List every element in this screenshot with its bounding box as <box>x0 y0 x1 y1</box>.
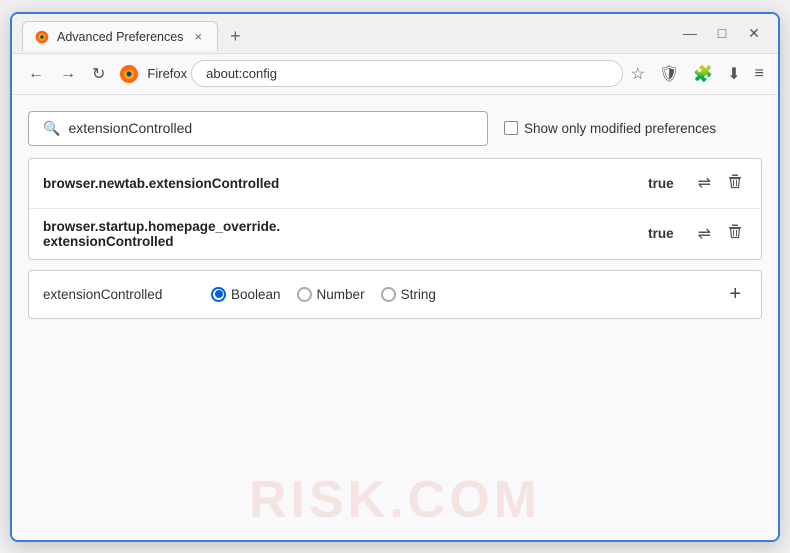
radio-boolean[interactable]: Boolean <box>211 287 281 302</box>
active-tab[interactable]: Advanced Preferences × <box>22 21 218 51</box>
add-preference-row: extensionControlled Boolean Number Strin… <box>28 270 762 319</box>
pref-actions-1: ⇌ <box>694 169 747 198</box>
pref-name-2: browser.startup.homepage_override. exten… <box>43 219 640 249</box>
tab-favicon <box>35 30 49 44</box>
add-preference-button[interactable]: + <box>723 281 747 308</box>
address-text: about:config <box>206 66 277 81</box>
new-pref-name: extensionControlled <box>43 287 203 302</box>
menu-icon[interactable]: ≡ <box>751 61 768 87</box>
search-icon: 🔍 <box>43 120 60 137</box>
title-bar: Advanced Preferences × + — □ ✕ <box>12 14 778 54</box>
window-controls: — □ ✕ <box>676 22 768 50</box>
new-tab-button[interactable]: + <box>222 24 249 49</box>
watermark: RISK.COM <box>249 470 541 530</box>
browser-window: Advanced Preferences × + — □ ✕ ← → ↻ Fir… <box>10 12 780 542</box>
type-radio-group: Boolean Number String <box>211 287 715 302</box>
radio-number[interactable]: Number <box>297 287 365 302</box>
nav-icons: ☆ 🛡 🧩 ⬇ ≡ <box>627 60 768 88</box>
show-modified-checkbox[interactable] <box>504 121 518 135</box>
preferences-table: browser.newtab.extensionControlled true … <box>28 158 762 260</box>
close-button[interactable]: ✕ <box>740 22 768 44</box>
pref-actions-2: ⇌ <box>694 219 747 248</box>
show-modified-area: Show only modified preferences <box>504 121 716 136</box>
back-button[interactable]: ← <box>22 61 50 87</box>
extension-icon[interactable]: 🧩 <box>689 60 717 88</box>
table-row: browser.newtab.extensionControlled true … <box>29 159 761 209</box>
delete-icon-1 <box>727 173 743 189</box>
delete-button-2[interactable] <box>723 219 747 248</box>
forward-button[interactable]: → <box>54 61 82 87</box>
pref-value-1: true <box>648 176 686 191</box>
refresh-button[interactable]: ↻ <box>86 60 111 88</box>
radio-number-circle <box>297 287 312 302</box>
tab-title: Advanced Preferences <box>57 30 183 44</box>
tab-close-button[interactable]: × <box>191 28 205 45</box>
address-bar[interactable]: about:config <box>191 60 623 87</box>
show-modified-label: Show only modified preferences <box>524 121 716 136</box>
table-row: browser.startup.homepage_override. exten… <box>29 209 761 259</box>
bookmark-icon[interactable]: ☆ <box>627 60 649 88</box>
maximize-button[interactable]: □ <box>708 22 736 44</box>
toggle-button-2[interactable]: ⇌ <box>694 220 715 248</box>
browser-name-label: Firefox <box>147 66 187 81</box>
firefox-icon <box>119 64 139 84</box>
shield-icon[interactable]: 🛡 <box>655 60 683 88</box>
search-area: 🔍 extensionControlled Show only modified… <box>28 111 762 146</box>
radio-string-circle <box>381 287 396 302</box>
content-area: 🔍 extensionControlled Show only modified… <box>12 95 778 540</box>
radio-boolean-circle <box>211 287 226 302</box>
pref-name-1: browser.newtab.extensionControlled <box>43 176 640 191</box>
download-icon[interactable]: ⬇ <box>723 60 744 88</box>
search-input[interactable]: extensionControlled <box>68 120 473 136</box>
pref-value-2: true <box>648 226 686 241</box>
radio-string[interactable]: String <box>381 287 436 302</box>
delete-icon-2 <box>727 223 743 239</box>
nav-bar: ← → ↻ Firefox about:config ☆ 🛡 🧩 ⬇ ≡ <box>12 54 778 95</box>
delete-button-1[interactable] <box>723 169 747 198</box>
toggle-button-1[interactable]: ⇌ <box>694 169 715 197</box>
minimize-button[interactable]: — <box>676 22 704 44</box>
search-box[interactable]: 🔍 extensionControlled <box>28 111 488 146</box>
